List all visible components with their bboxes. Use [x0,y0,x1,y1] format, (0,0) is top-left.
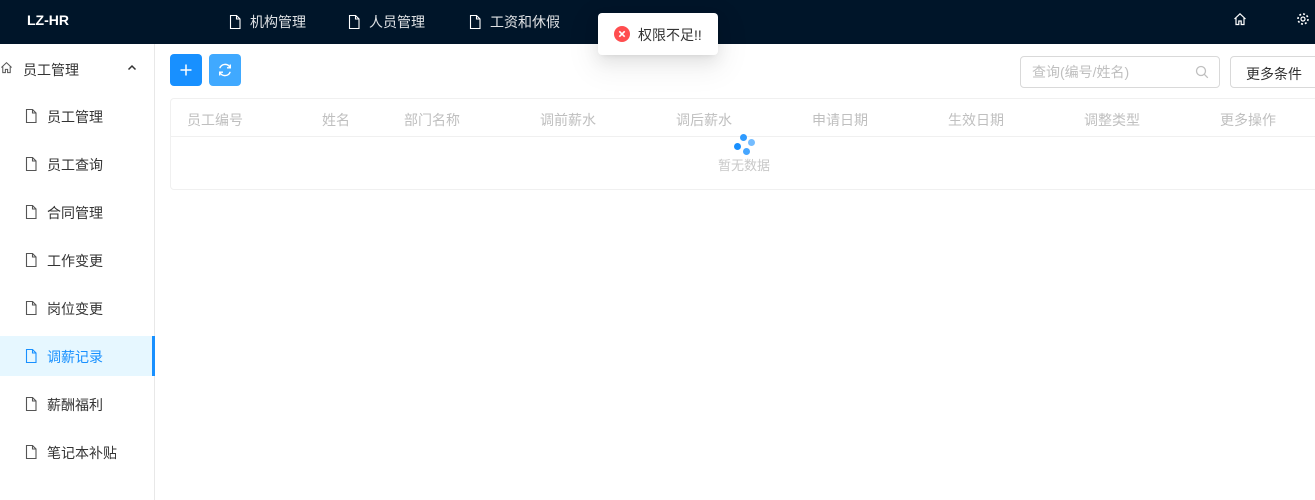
search-field [1020,56,1220,88]
topnav-label: 人员管理 [369,14,425,30]
salary-adjustment-table: 员工编号 姓名 部门名称 调前薪水 调后薪水 申请日期 生效日期 调整类型 更多… [170,98,1315,190]
error-icon [614,26,630,42]
file-icon [25,301,37,315]
sidebar-item-label: 工作变更 [47,253,103,269]
sidebar-item-position-change[interactable]: 岗位变更 [0,288,154,328]
sidebar-item-salary-adjustment[interactable]: 调薪记录 [0,336,155,376]
column-header: 调整类型 [1084,112,1140,128]
chevron-up-icon [127,64,137,71]
gear-icon[interactable] [1296,12,1312,28]
file-icon [469,15,481,29]
sidebar-item-contract[interactable]: 合同管理 [0,192,154,232]
topnav-label: 工资和休假 [490,14,560,30]
sidebar-item-label: 岗位变更 [47,301,103,317]
more-conditions-button[interactable]: 更多条件 [1230,56,1315,88]
column-header: 更多操作 [1220,112,1276,128]
column-header: 员工编号 [187,112,243,128]
file-icon [25,349,37,363]
file-icon [25,109,37,123]
refresh-button[interactable] [209,54,241,86]
submenu-staff-management[interactable]: 员工管理 [0,44,154,92]
topnav-item-salary[interactable]: 工资和休假 [469,12,560,32]
sidebar-item-label: 调薪记录 [47,349,103,365]
file-icon [348,15,360,29]
more-conditions-label: 更多条件 [1246,66,1302,82]
submenu-label: 员工管理 [23,62,79,78]
column-header: 生效日期 [948,112,1004,128]
sidebar-item-compensation[interactable]: 薪酬福利 [0,384,154,424]
sidebar-item-employee-query[interactable]: 员工查询 [0,144,154,184]
sidebar: 员工管理 员工管理 员工查询 合同管理 工作变更 岗位变更 调薪记录 薪酬福利 … [0,44,155,500]
app-logo: LZ-HR [27,12,69,28]
plus-icon [180,64,192,76]
column-header: 姓名 [322,112,350,128]
add-button[interactable] [170,54,202,86]
sidebar-item-label: 薪酬福利 [47,397,103,413]
empty-state-text: 暂无数据 [718,158,771,173]
home-icon [1,61,12,74]
file-icon [25,205,37,219]
file-icon [25,397,37,411]
sidebar-item-laptop-subsidy[interactable]: 笔记本补贴 [0,432,154,472]
topnav-label: 机构管理 [250,14,306,30]
topnav-item-staff[interactable]: 人员管理 [348,12,425,32]
file-icon [25,157,37,171]
file-icon [25,445,37,459]
topnav-item-org[interactable]: 机构管理 [229,12,306,32]
file-icon [25,253,37,267]
refresh-icon [219,63,231,77]
column-header: 部门名称 [404,112,460,128]
column-header: 申请日期 [812,112,868,128]
search-icon[interactable] [1195,65,1209,79]
home-icon[interactable] [1233,12,1249,28]
table-header: 员工编号 姓名 部门名称 调前薪水 调后薪水 申请日期 生效日期 调整类型 更多… [171,99,1315,137]
column-header: 调后薪水 [676,112,732,128]
error-toast: 权限不足!! [598,13,718,55]
sidebar-item-employee-management[interactable]: 员工管理 [0,96,154,136]
column-header: 调前薪水 [540,112,596,128]
search-input[interactable] [1032,63,1192,81]
sidebar-item-label: 合同管理 [47,205,103,221]
sidebar-item-label: 笔记本补贴 [47,445,117,461]
sidebar-item-label: 员工管理 [47,109,103,125]
toast-message: 权限不足!! [638,27,702,43]
sidebar-item-job-change[interactable]: 工作变更 [0,240,154,280]
sidebar-item-label: 员工查询 [47,157,103,173]
file-icon [229,15,241,29]
